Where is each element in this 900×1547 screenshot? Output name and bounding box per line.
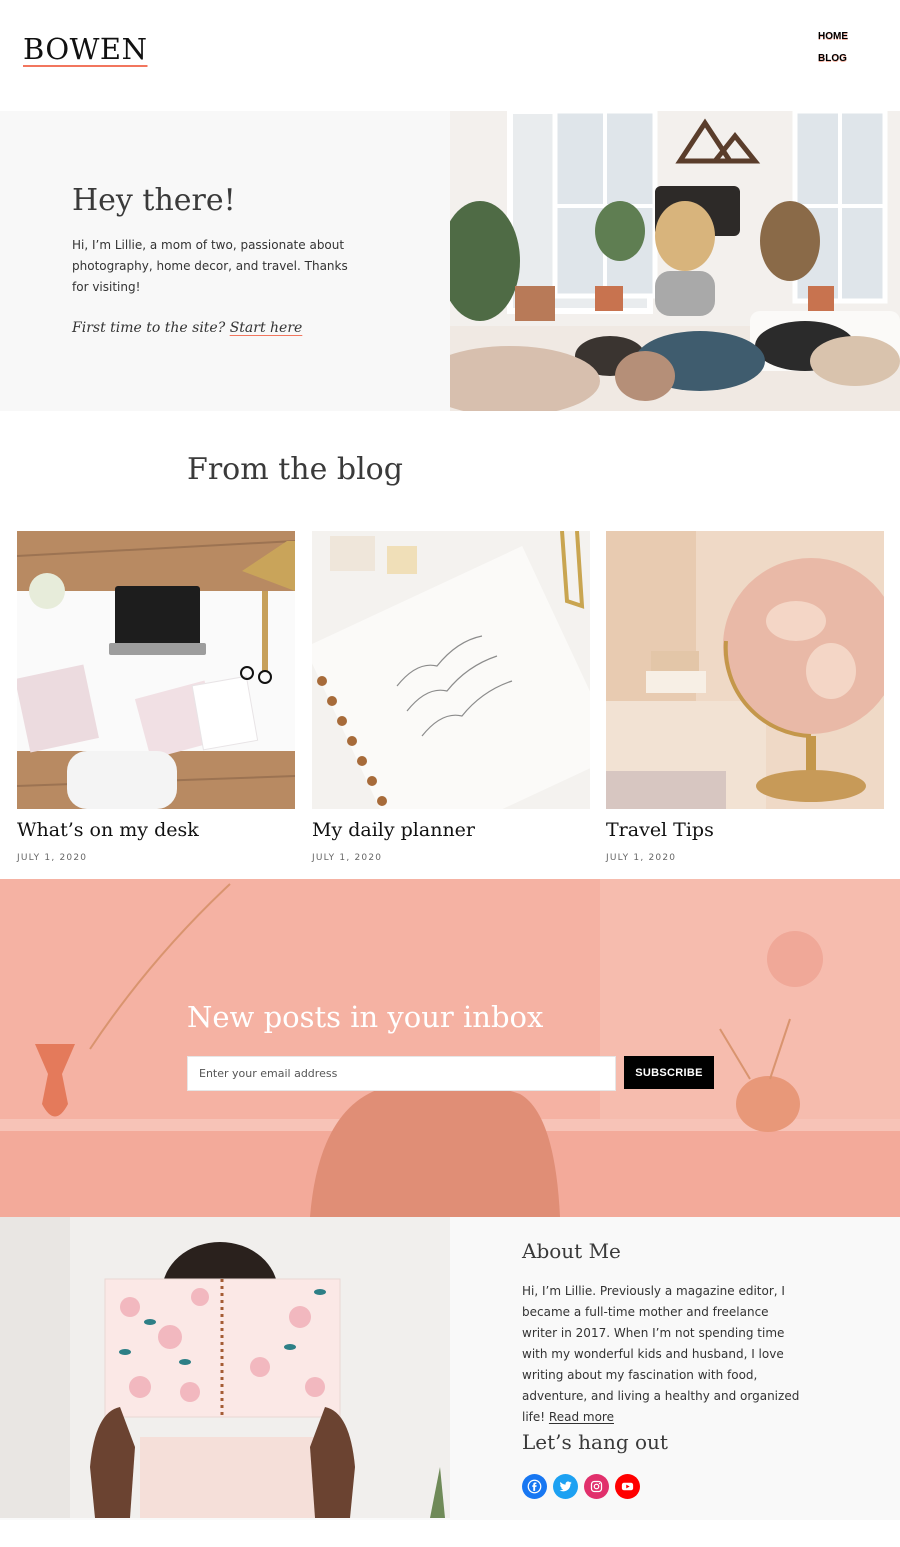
post-title[interactable]: Travel Tips [606, 819, 884, 841]
post-title[interactable]: My daily planner [312, 819, 590, 841]
newsletter-section: New posts in your inbox SUBSCRIBE [0, 879, 900, 1217]
email-input[interactable] [187, 1056, 616, 1091]
about-body: Hi, I’m Lillie. Previously a magazine ed… [522, 1284, 800, 1424]
read-more-link[interactable]: Read more [549, 1410, 614, 1424]
blog-post-card[interactable]: What’s on my desk JULY 1, 2020 [17, 531, 295, 863]
start-here-link[interactable]: Start here [230, 320, 303, 336]
blog-post-card[interactable]: My daily planner JULY 1, 2020 [312, 531, 590, 863]
facebook-icon[interactable] [522, 1474, 547, 1499]
hero-section: Hey there! Hi, I’m Lillie, a mom of two,… [0, 111, 900, 411]
site-logo[interactable]: BOWEN [23, 32, 147, 66]
post-title[interactable]: What’s on my desk [17, 819, 295, 841]
twitter-icon[interactable] [553, 1474, 578, 1499]
blog-post-card[interactable]: Travel Tips JULY 1, 2020 [606, 531, 884, 863]
about-text: Hi, I’m Lillie. Previously a magazine ed… [522, 1281, 802, 1428]
hero-start-line: First time to the site? Start here [72, 320, 302, 336]
subscribe-button[interactable]: SUBSCRIBE [624, 1056, 714, 1089]
site-header: BOWEN HOME BLOG [0, 0, 900, 111]
nav-link-home[interactable]: HOME [818, 26, 848, 48]
hang-out-title: Let’s hang out [522, 1430, 668, 1454]
about-section: About Me Hi, I’m Lillie. Previously a ma… [0, 1217, 900, 1520]
post-thumbnail-globe[interactable] [606, 531, 884, 809]
about-photo-woman-with-planner [0, 1217, 450, 1518]
post-date: JULY 1, 2020 [606, 853, 677, 863]
newsletter-background-photo [0, 879, 900, 1217]
post-date: JULY 1, 2020 [312, 853, 383, 863]
main-nav: HOME BLOG [818, 26, 848, 70]
nav-link-blog[interactable]: BLOG [818, 48, 848, 70]
hero-start-prefix: First time to the site? [72, 320, 226, 336]
post-date: JULY 1, 2020 [17, 853, 88, 863]
instagram-icon[interactable] [584, 1474, 609, 1499]
post-thumbnail-planner[interactable] [312, 531, 590, 809]
blog-heading: From the blog [187, 452, 403, 487]
about-title: About Me [522, 1239, 621, 1263]
hero-title: Hey there! [72, 183, 236, 218]
newsletter-title: New posts in your inbox [187, 1000, 544, 1034]
post-thumbnail-desk[interactable] [17, 531, 295, 809]
youtube-icon[interactable] [615, 1474, 640, 1499]
hero-intro-text: Hi, I’m Lillie, a mom of two, passionate… [72, 238, 348, 294]
hero-photo-woman-on-bed [450, 111, 900, 411]
